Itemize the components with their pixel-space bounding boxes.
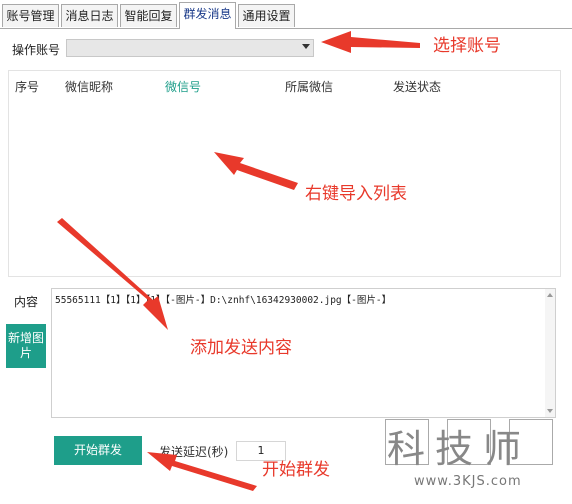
annotation-start-send: 开始群发	[262, 460, 330, 480]
arrow-add-content	[57, 218, 168, 330]
arrow-select-account	[321, 31, 420, 53]
annotation-add-content: 添加发送内容	[190, 338, 292, 358]
arrow-import-list	[214, 152, 298, 190]
annotation-select-account: 选择账号	[433, 36, 501, 56]
arrow-start-send	[147, 452, 257, 491]
watermark-logo: 科技师	[387, 427, 532, 471]
annotation-import-list: 右键导入列表	[305, 184, 407, 204]
watermark-url: www.3KJS.com	[414, 474, 522, 489]
